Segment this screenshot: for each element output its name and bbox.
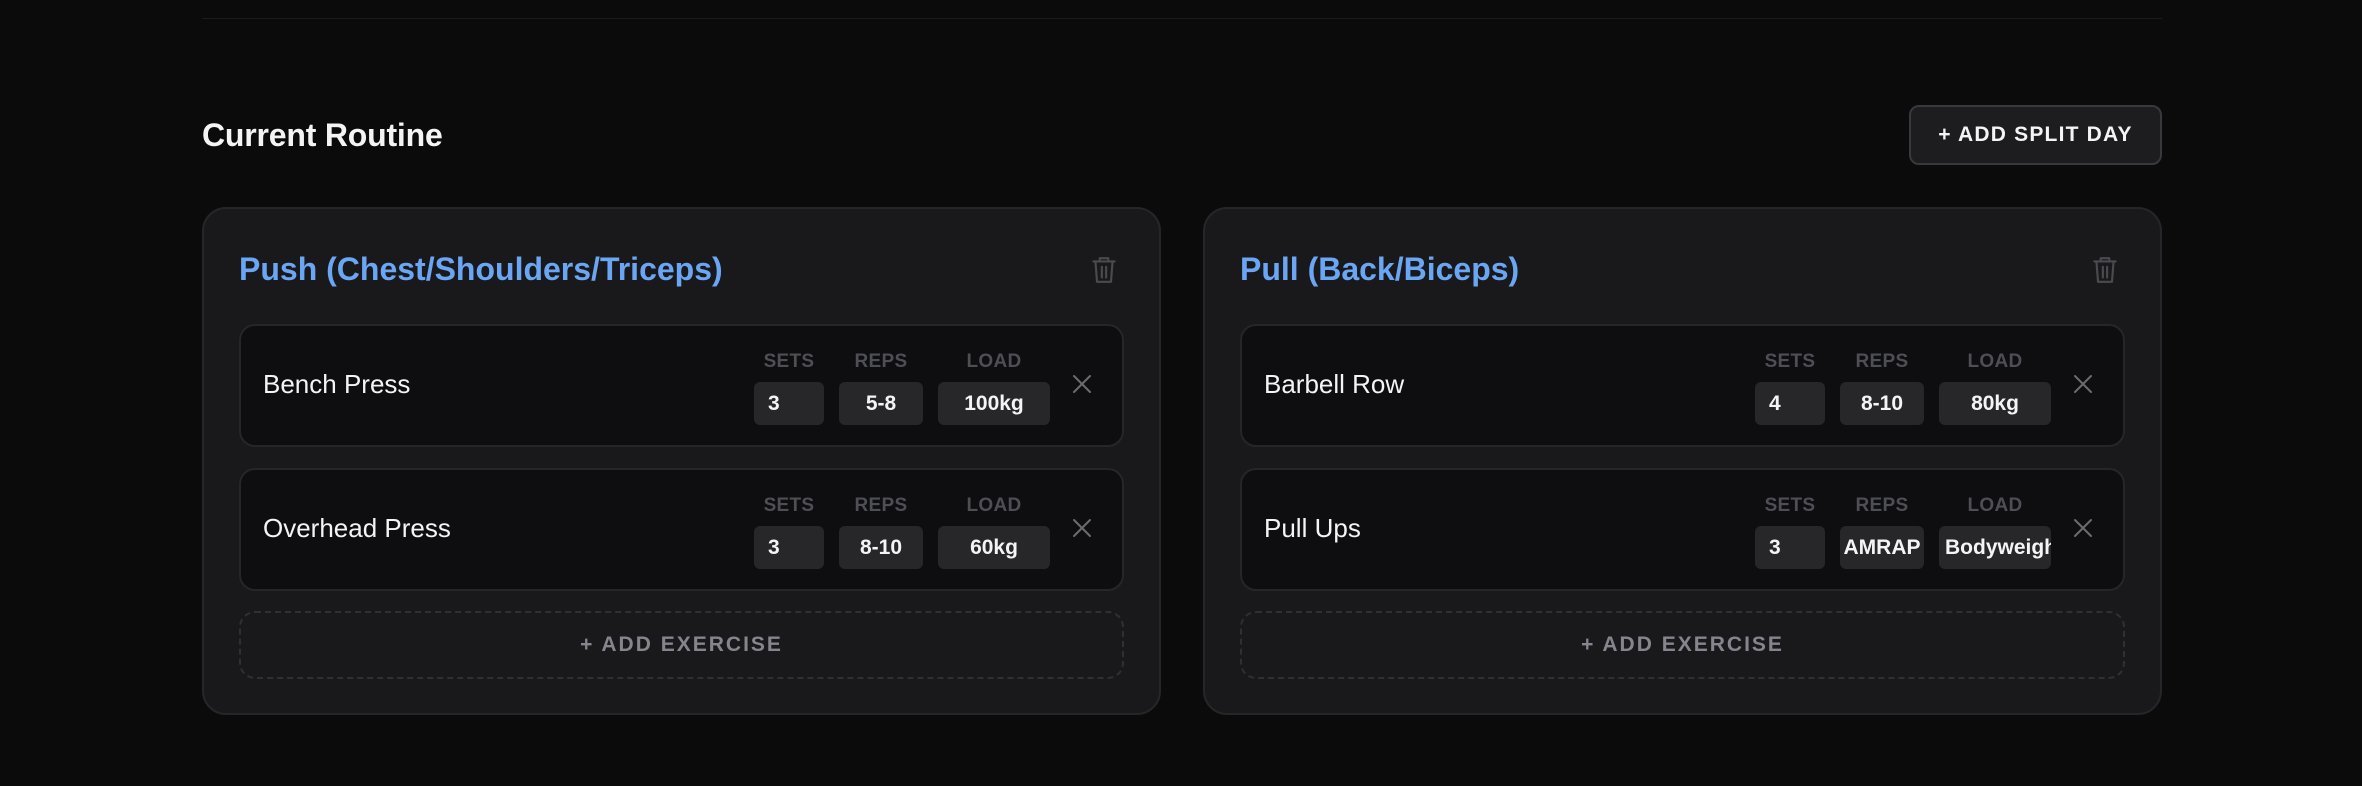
exercise-name: Bench Press [263, 369, 411, 399]
close-icon[interactable] [1071, 517, 1093, 539]
load-label: LOAD [966, 351, 1022, 372]
load-field: LOAD 80kg [1939, 350, 2051, 425]
sets-input[interactable]: 3 [754, 526, 824, 569]
exercise-row: Barbell Row SETS 4 REPS 8-10 LOAD 80kg [1240, 324, 2125, 447]
trash-icon[interactable] [1091, 255, 1117, 285]
sets-field: SETS 4 [1755, 350, 1825, 425]
load-input[interactable]: 100kg [938, 382, 1050, 425]
close-icon[interactable] [2072, 373, 2094, 395]
sets-label: SETS [1764, 495, 1816, 516]
reps-field: REPS AMRAP [1840, 494, 1924, 569]
sets-input[interactable]: 3 [754, 382, 824, 425]
reps-label: REPS [1855, 351, 1909, 372]
sets-input[interactable]: 3 [1755, 526, 1825, 569]
split-card: Pull (Back/Biceps) Barbell Row SETS 4 RE… [1203, 207, 2162, 715]
routine-header: Current Routine + ADD SPLIT DAY [202, 105, 2162, 165]
add-exercise-button[interactable]: + ADD EXERCISE [1240, 611, 2125, 679]
load-field: LOAD 100kg [938, 350, 1050, 425]
split-cards: Push (Chest/Shoulders/Triceps) Bench Pre… [202, 207, 2162, 715]
sets-label: SETS [1764, 351, 1816, 372]
split-card: Push (Chest/Shoulders/Triceps) Bench Pre… [202, 207, 1161, 715]
exercise-name: Pull Ups [1264, 513, 1361, 543]
reps-input[interactable]: AMRAP [1840, 526, 1924, 569]
top-divider [202, 18, 2162, 19]
load-label: LOAD [1967, 495, 2023, 516]
reps-label: REPS [854, 351, 908, 372]
reps-field: REPS 8-10 [839, 494, 923, 569]
close-icon[interactable] [2072, 517, 2094, 539]
reps-input[interactable]: 5-8 [839, 382, 923, 425]
load-input[interactable]: 80kg [1939, 382, 2051, 425]
split-title: Push (Chest/Shoulders/Triceps) [239, 251, 723, 287]
exercise-name: Barbell Row [1264, 369, 1405, 399]
trash-icon[interactable] [2092, 255, 2118, 285]
reps-label: REPS [854, 495, 908, 516]
add-split-day-button[interactable]: + ADD SPLIT DAY [1909, 105, 2162, 165]
exercise-row: Pull Ups SETS 3 REPS AMRAP LOAD Bodyweig… [1240, 468, 2125, 591]
page-title: Current Routine [202, 117, 443, 153]
exercise-row: Bench Press SETS 3 REPS 5-8 LOAD 100kg [239, 324, 1124, 447]
sets-input[interactable]: 4 [1755, 382, 1825, 425]
load-label: LOAD [966, 495, 1022, 516]
load-input[interactable]: Bodyweigh [1939, 526, 2051, 569]
reps-input[interactable]: 8-10 [1840, 382, 1924, 425]
sets-label: SETS [763, 495, 815, 516]
sets-field: SETS 3 [1755, 494, 1825, 569]
load-field: LOAD Bodyweigh [1939, 494, 2051, 569]
exercise-row: Overhead Press SETS 3 REPS 8-10 LOAD 60k… [239, 468, 1124, 591]
split-title: Pull (Back/Biceps) [1240, 251, 1520, 287]
reps-label: REPS [1855, 495, 1909, 516]
load-label: LOAD [1967, 351, 2023, 372]
load-input[interactable]: 60kg [938, 526, 1050, 569]
sets-field: SETS 3 [754, 350, 824, 425]
sets-label: SETS [763, 351, 815, 372]
reps-field: REPS 5-8 [839, 350, 923, 425]
load-field: LOAD 60kg [938, 494, 1050, 569]
close-icon[interactable] [1071, 373, 1093, 395]
exercise-name: Overhead Press [263, 513, 451, 543]
reps-field: REPS 8-10 [1840, 350, 1924, 425]
sets-field: SETS 3 [754, 494, 824, 569]
reps-input[interactable]: 8-10 [839, 526, 923, 569]
add-exercise-button[interactable]: + ADD EXERCISE [239, 611, 1124, 679]
